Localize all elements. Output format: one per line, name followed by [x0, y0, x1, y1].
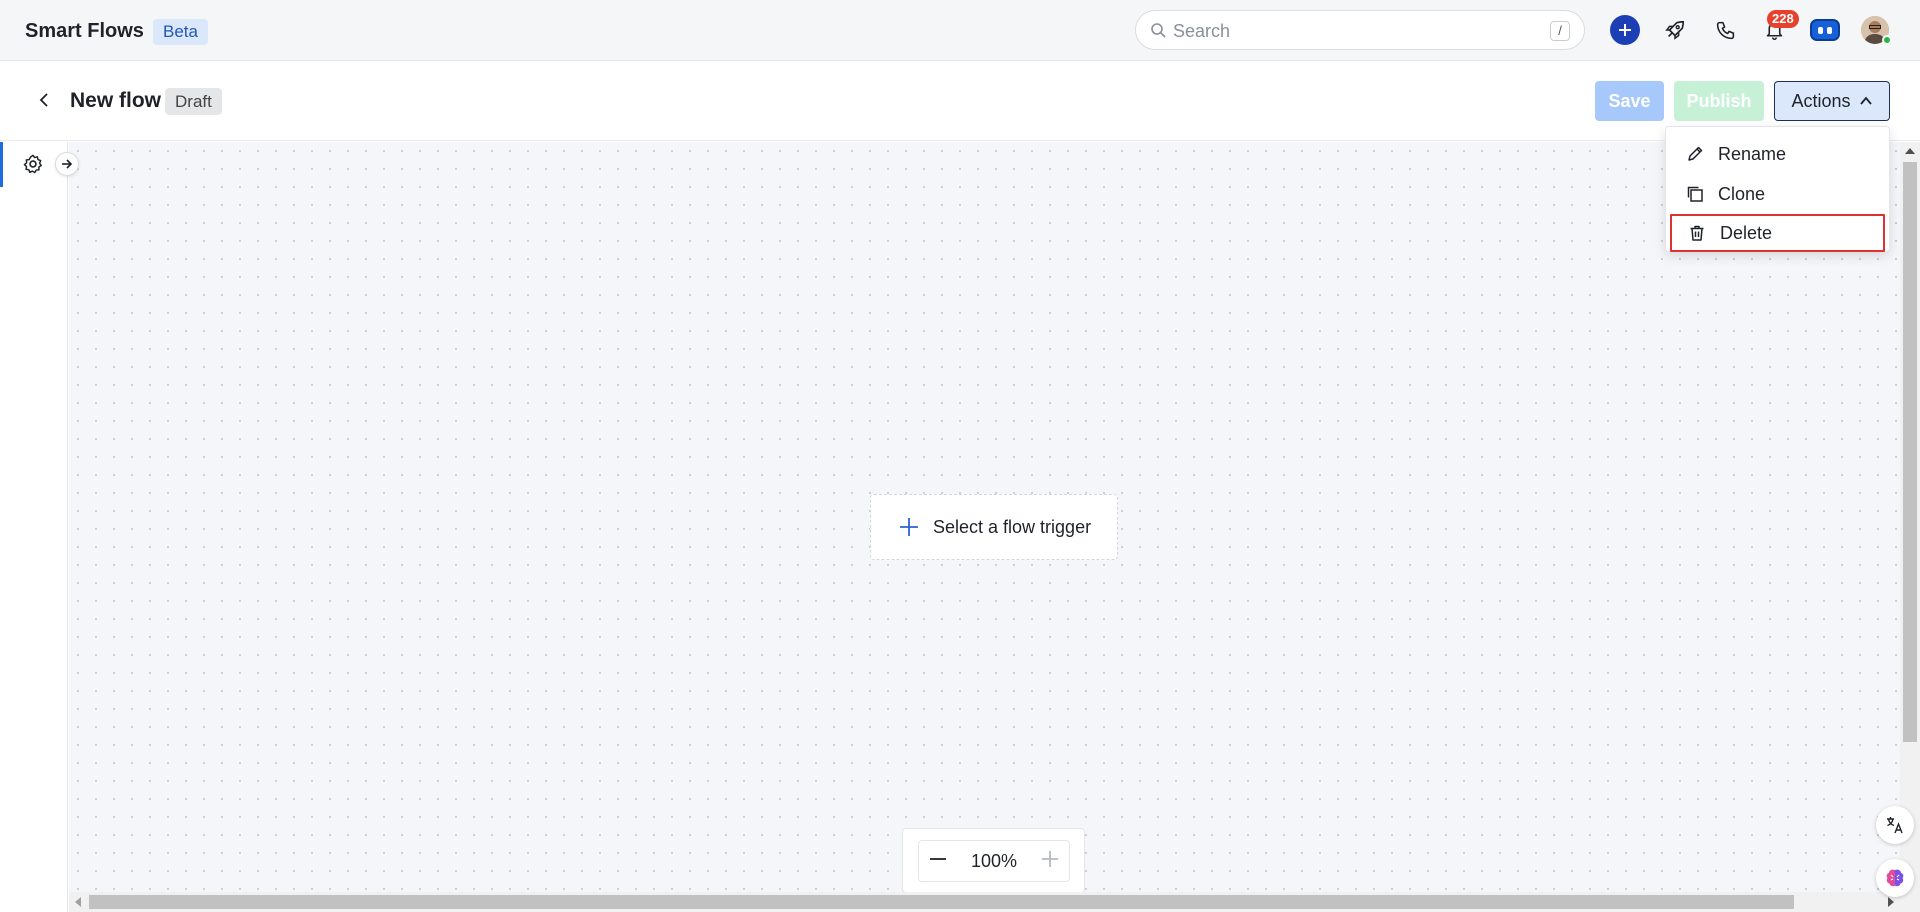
scroll-right-icon[interactable]: [1888, 897, 1894, 907]
beta-badge: Beta: [153, 19, 208, 45]
flow-title: New flow: [70, 89, 162, 112]
actions-menu: Rename Clone Delete: [1665, 126, 1890, 252]
pencil-icon: [1688, 146, 1703, 161]
zoom-in-button[interactable]: [1041, 850, 1059, 873]
phone-button[interactable]: [1709, 14, 1741, 46]
status-badge: Draft: [165, 88, 222, 115]
brain-icon: [1886, 869, 1904, 887]
rocket-button[interactable]: [1659, 14, 1691, 46]
zoom-level: 100%: [970, 850, 1018, 871]
search-shortcut-hint: /: [1550, 21, 1570, 41]
flow-canvas[interactable]: Select a flow trigger: [69, 142, 1900, 892]
actions-button-label: Actions: [1791, 90, 1851, 111]
vertical-scrollbar[interactable]: [1900, 142, 1920, 912]
flow-header: New flow Draft Save Publish Actions: [0, 61, 1920, 141]
zoom-stepper: 100%: [918, 840, 1070, 882]
chevron-left-icon: [39, 93, 48, 107]
phone-icon: [1716, 21, 1734, 39]
assistant-button[interactable]: [1809, 14, 1841, 46]
rail-active-indicator: [0, 142, 3, 187]
translate-button[interactable]: [1876, 806, 1914, 844]
vertical-scroll-thumb[interactable]: [1903, 162, 1917, 742]
zoom-control: 100%: [902, 828, 1085, 893]
trash-icon: [1690, 225, 1704, 241]
plus-icon: [900, 518, 918, 536]
menu-item-label: Delete: [1720, 222, 1773, 243]
arrow-right-icon: [62, 159, 73, 169]
plus-icon: [1610, 15, 1640, 45]
save-button[interactable]: Save: [1595, 81, 1664, 121]
actions-button[interactable]: Actions: [1774, 81, 1890, 121]
publish-button[interactable]: Publish: [1674, 81, 1764, 121]
horizontal-scroll-thumb[interactable]: [89, 895, 1794, 909]
menu-item-clone[interactable]: Clone: [1666, 174, 1889, 214]
search-icon: [1151, 23, 1166, 38]
online-status-indicator: [1882, 35, 1892, 45]
search-input[interactable]: [1173, 19, 1533, 43]
app-title: Smart Flows: [25, 20, 144, 42]
scroll-up-icon[interactable]: [1905, 148, 1915, 154]
ai-brain-button[interactable]: [1876, 859, 1914, 897]
menu-item-rename[interactable]: Rename: [1666, 134, 1889, 174]
menu-item-delete[interactable]: Delete: [1670, 214, 1885, 252]
back-button[interactable]: [36, 91, 54, 114]
top-bar: Smart Flows Beta / 228: [0, 0, 1920, 61]
menu-item-label: Clone: [1718, 183, 1766, 204]
translate-icon: [1887, 817, 1903, 834]
create-button[interactable]: [1609, 14, 1641, 46]
horizontal-scrollbar[interactable]: [69, 892, 1900, 912]
left-rail: [0, 142, 68, 912]
notification-count-badge: 228: [1767, 10, 1799, 28]
bot-icon: [1810, 19, 1840, 41]
trigger-label: Select a flow trigger: [933, 516, 1092, 537]
copy-icon: [1687, 186, 1703, 202]
settings-button[interactable]: [22, 153, 44, 180]
minus-icon: [930, 857, 946, 860]
chevron-up-icon: [1859, 96, 1872, 105]
menu-item-label: Rename: [1718, 143, 1787, 164]
gear-icon: [23, 154, 42, 174]
expand-panel-button[interactable]: [55, 152, 79, 176]
plus-icon: [1041, 850, 1058, 867]
zoom-out-button[interactable]: [929, 850, 947, 873]
scroll-left-icon[interactable]: [75, 897, 81, 907]
rocket-icon: [1665, 20, 1685, 40]
search-box[interactable]: /: [1135, 10, 1585, 50]
select-trigger-button[interactable]: Select a flow trigger: [870, 494, 1118, 560]
